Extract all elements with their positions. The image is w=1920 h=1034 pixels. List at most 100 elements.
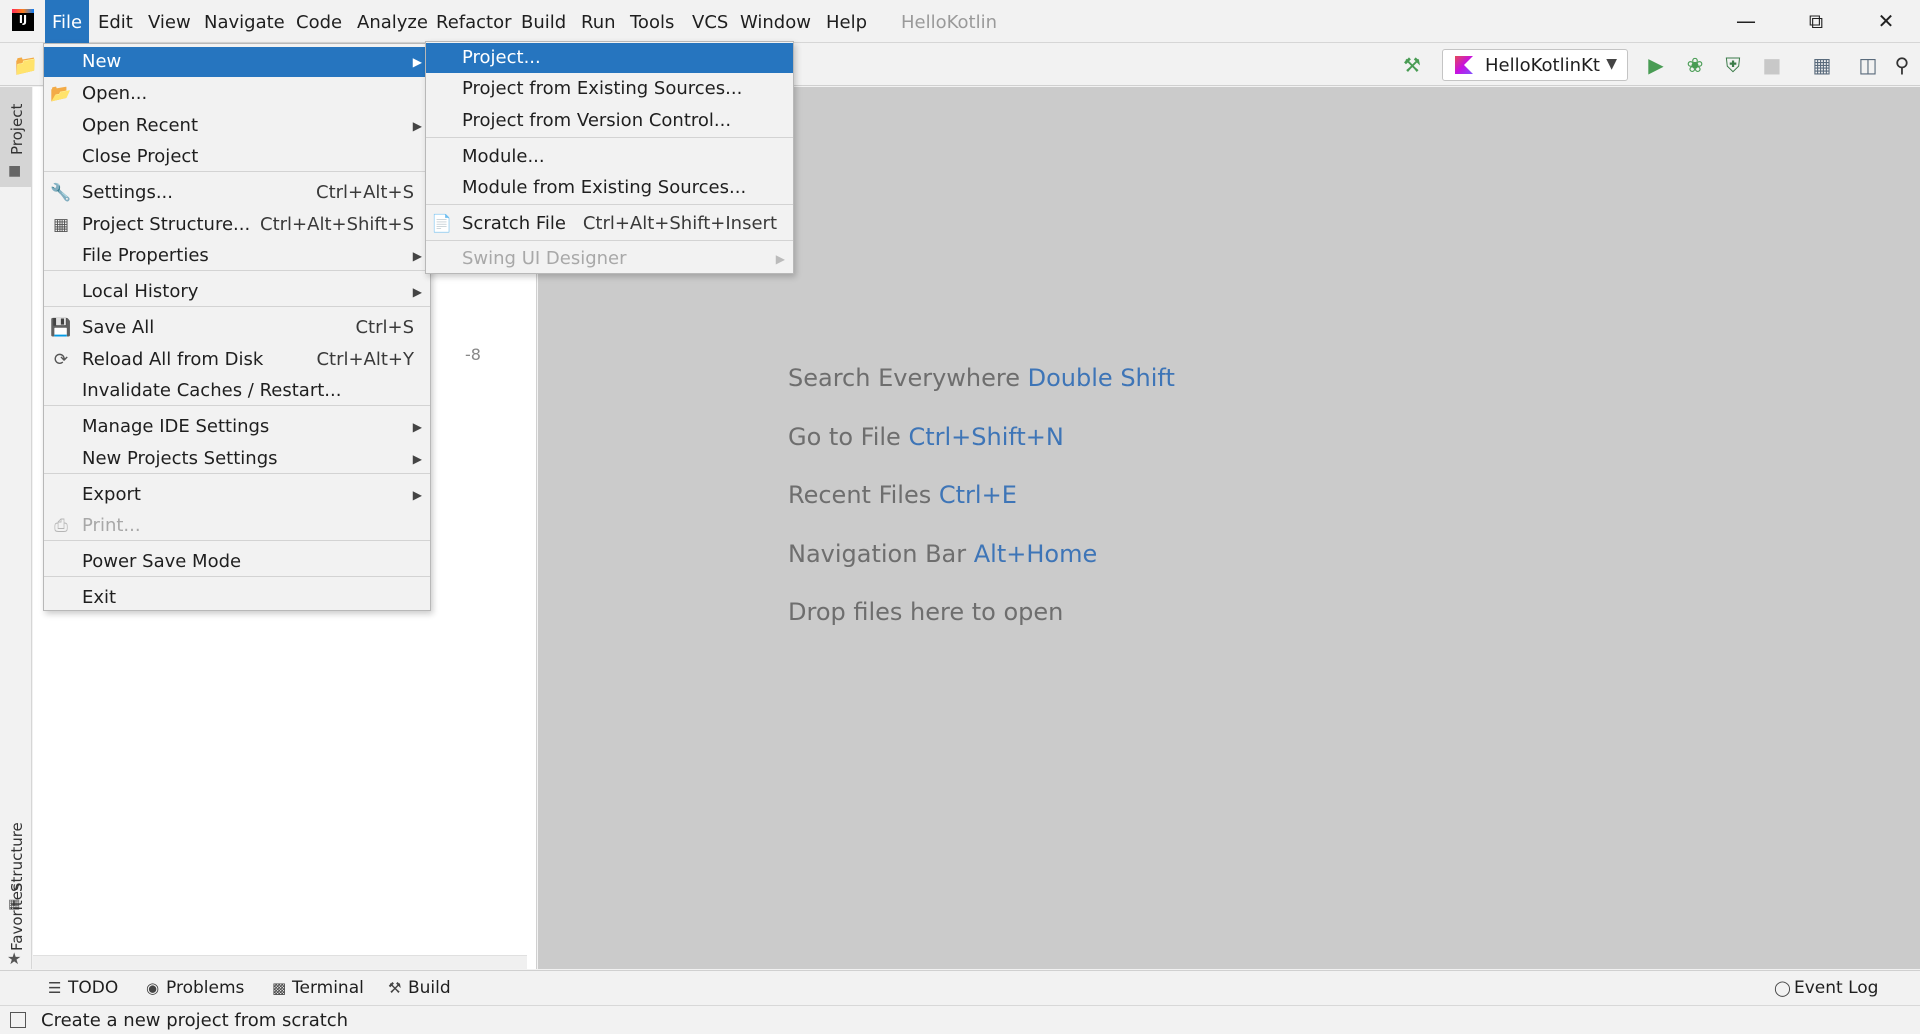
menu-item-shortcut: Ctrl+Alt+S (316, 182, 414, 203)
menu-item-manage-ide-settings[interactable]: Manage IDE Settings ▶ (44, 412, 430, 442)
minimize-button[interactable]: — (1718, 0, 1774, 43)
refresh-icon: ⟳ (53, 350, 69, 370)
tab-problems[interactable]: ◉ Problems (146, 978, 244, 998)
hint-recent-files: Recent Files Ctrl+E (788, 481, 1017, 509)
terminal-window-icon[interactable]: ◫ (1856, 53, 1880, 77)
menu-item-project-structure[interactable]: ▦ Project Structure... Ctrl+Alt+Shift+S (44, 210, 430, 240)
folder-icon: ■ (8, 163, 22, 179)
menu-code[interactable]: Code (289, 0, 349, 43)
tab-project[interactable]: Project ■ (0, 87, 32, 187)
project-structure-icon[interactable]: ▦ (1810, 53, 1834, 77)
menu-item-power-save-mode[interactable]: Power Save Mode (44, 547, 430, 577)
scratch-file-icon: 📄 (431, 214, 453, 234)
tab-event-log[interactable]: ◯ Event Log (1774, 978, 1878, 998)
hint-drop-files: Drop files here to open (788, 598, 1063, 626)
coverage-icon[interactable]: ⛨ (1721, 53, 1745, 77)
menu-item-label: Print... (82, 515, 141, 536)
menu-item-exit[interactable]: Exit (44, 583, 430, 613)
open-folder-icon[interactable]: 📁 (13, 53, 38, 77)
problems-icon: ◉ (146, 979, 160, 997)
menu-separator (44, 270, 430, 271)
menu-item-new-projects-settings[interactable]: New Projects Settings ▶ (44, 444, 430, 474)
menu-help[interactable]: Help (819, 0, 874, 43)
new-submenu: Project... Project from Existing Sources… (425, 41, 794, 274)
menu-separator (44, 306, 430, 307)
submenu-item-project-from-vcs[interactable]: Project from Version Control... (426, 106, 793, 136)
menu-item-label: Project... (462, 47, 541, 68)
close-window-button[interactable]: ✕ (1858, 0, 1914, 43)
menu-vcs[interactable]: VCS (685, 0, 735, 43)
project-panel-fragment: -8 (465, 345, 481, 364)
tab-terminal[interactable]: ▩ Terminal (272, 978, 364, 998)
menu-edit[interactable]: Edit (91, 0, 140, 43)
menu-item-label: Local History (82, 281, 199, 302)
wrench-icon: 🔧 (50, 183, 72, 203)
menu-item-label: Swing UI Designer (462, 248, 627, 269)
menu-item-save-all[interactable]: 💾 Save All Ctrl+S (44, 313, 430, 343)
menu-item-label: Exit (82, 587, 117, 608)
build-hammer-icon[interactable]: ⚒ (1400, 53, 1424, 77)
menu-item-label: Project from Version Control... (462, 110, 732, 131)
submenu-item-scratch-file[interactable]: 📄 Scratch File Ctrl+Alt+Shift+Insert (426, 209, 793, 239)
submenu-item-swing-ui-designer: Swing UI Designer ▶ (426, 244, 793, 274)
tab-build[interactable]: ⚒ Build (388, 978, 451, 998)
submenu-item-project[interactable]: Project... (426, 43, 793, 73)
menu-item-shortcut: Ctrl+Alt+Shift+Insert (582, 213, 777, 234)
printer-icon: ⎙ (54, 516, 68, 536)
horizontal-scrollbar[interactable] (33, 955, 527, 969)
list-icon: ☰ (48, 979, 62, 997)
menu-item-local-history[interactable]: Local History ▶ (44, 277, 430, 307)
menu-item-close-project[interactable]: Close Project (44, 142, 430, 172)
hint-key: Double Shift (1027, 364, 1175, 392)
hint-key: Ctrl+E (938, 481, 1017, 509)
debug-bug-icon[interactable]: ❀ (1683, 53, 1707, 77)
status-message: Create a new project from scratch (41, 1010, 349, 1031)
menu-item-label: Project Structure... (82, 214, 251, 235)
menu-item-invalidate-caches[interactable]: Invalidate Caches / Restart... (44, 376, 430, 406)
menu-item-label: Invalidate Caches / Restart... (82, 380, 342, 401)
run-icon[interactable]: ▶ (1644, 53, 1668, 77)
intellij-logo-icon: IJ (12, 9, 34, 31)
search-icon[interactable]: ⚲ (1890, 53, 1914, 77)
tab-problems-label: Problems (166, 978, 245, 998)
menu-build[interactable]: Build (514, 0, 573, 43)
menu-item-label: File Properties (82, 245, 209, 266)
menu-separator (44, 405, 430, 406)
run-configuration-selector[interactable]: HelloKotlinKt ▼ (1442, 49, 1628, 81)
stop-icon[interactable]: ■ (1760, 53, 1784, 77)
submenu-item-module-from-existing[interactable]: Module from Existing Sources... (426, 173, 793, 203)
menu-item-label: Power Save Mode (82, 551, 242, 572)
menu-file[interactable]: File (45, 0, 90, 43)
submenu-arrow-icon: ▶ (775, 252, 785, 266)
menu-item-open-recent[interactable]: Open Recent ▶ (44, 111, 430, 141)
menu-tools[interactable]: Tools (623, 0, 681, 43)
menu-view[interactable]: View (141, 0, 198, 43)
menu-separator (44, 171, 430, 172)
hint-key: Ctrl+Shift+N (908, 423, 1064, 451)
menu-run[interactable]: Run (574, 0, 623, 43)
menu-refactor[interactable]: Refactor (429, 0, 519, 43)
menu-item-settings[interactable]: 🔧 Settings... Ctrl+Alt+S (44, 178, 430, 208)
menu-item-export[interactable]: Export ▶ (44, 480, 430, 510)
tab-favorites[interactable]: Favorites ★ (0, 867, 32, 968)
menu-item-open[interactable]: 📂 Open... (44, 79, 430, 109)
menu-window[interactable]: Window (733, 0, 818, 43)
menu-analyze[interactable]: Analyze (350, 0, 435, 43)
restore-button[interactable]: ⧉ (1788, 0, 1844, 43)
hint-text: Navigation Bar (788, 540, 967, 568)
tab-build-label: Build (408, 978, 451, 998)
tool-windows-toggle-icon[interactable] (10, 1012, 26, 1028)
menu-item-label: Manage IDE Settings (82, 416, 270, 437)
menu-navigate[interactable]: Navigate (197, 0, 292, 43)
menu-item-reload-all[interactable]: ⟳ Reload All from Disk Ctrl+Alt+Y (44, 345, 430, 375)
menu-item-label: New Projects Settings (82, 448, 278, 469)
submenu-arrow-icon: ▶ (412, 452, 422, 466)
menu-separator (44, 473, 430, 474)
menu-item-file-properties[interactable]: File Properties ▶ (44, 241, 430, 271)
submenu-item-project-from-existing[interactable]: Project from Existing Sources... (426, 74, 793, 104)
bottom-tool-bar: ☰ TODO ◉ Problems ▩ Terminal ⚒ Build ◯ Event … (0, 970, 1920, 1004)
menu-item-new[interactable]: New ▶ (44, 47, 430, 77)
window-title: HelloKotlin (901, 12, 998, 33)
submenu-item-module[interactable]: Module... (426, 142, 793, 172)
tab-todo[interactable]: ☰ TODO (48, 978, 118, 998)
